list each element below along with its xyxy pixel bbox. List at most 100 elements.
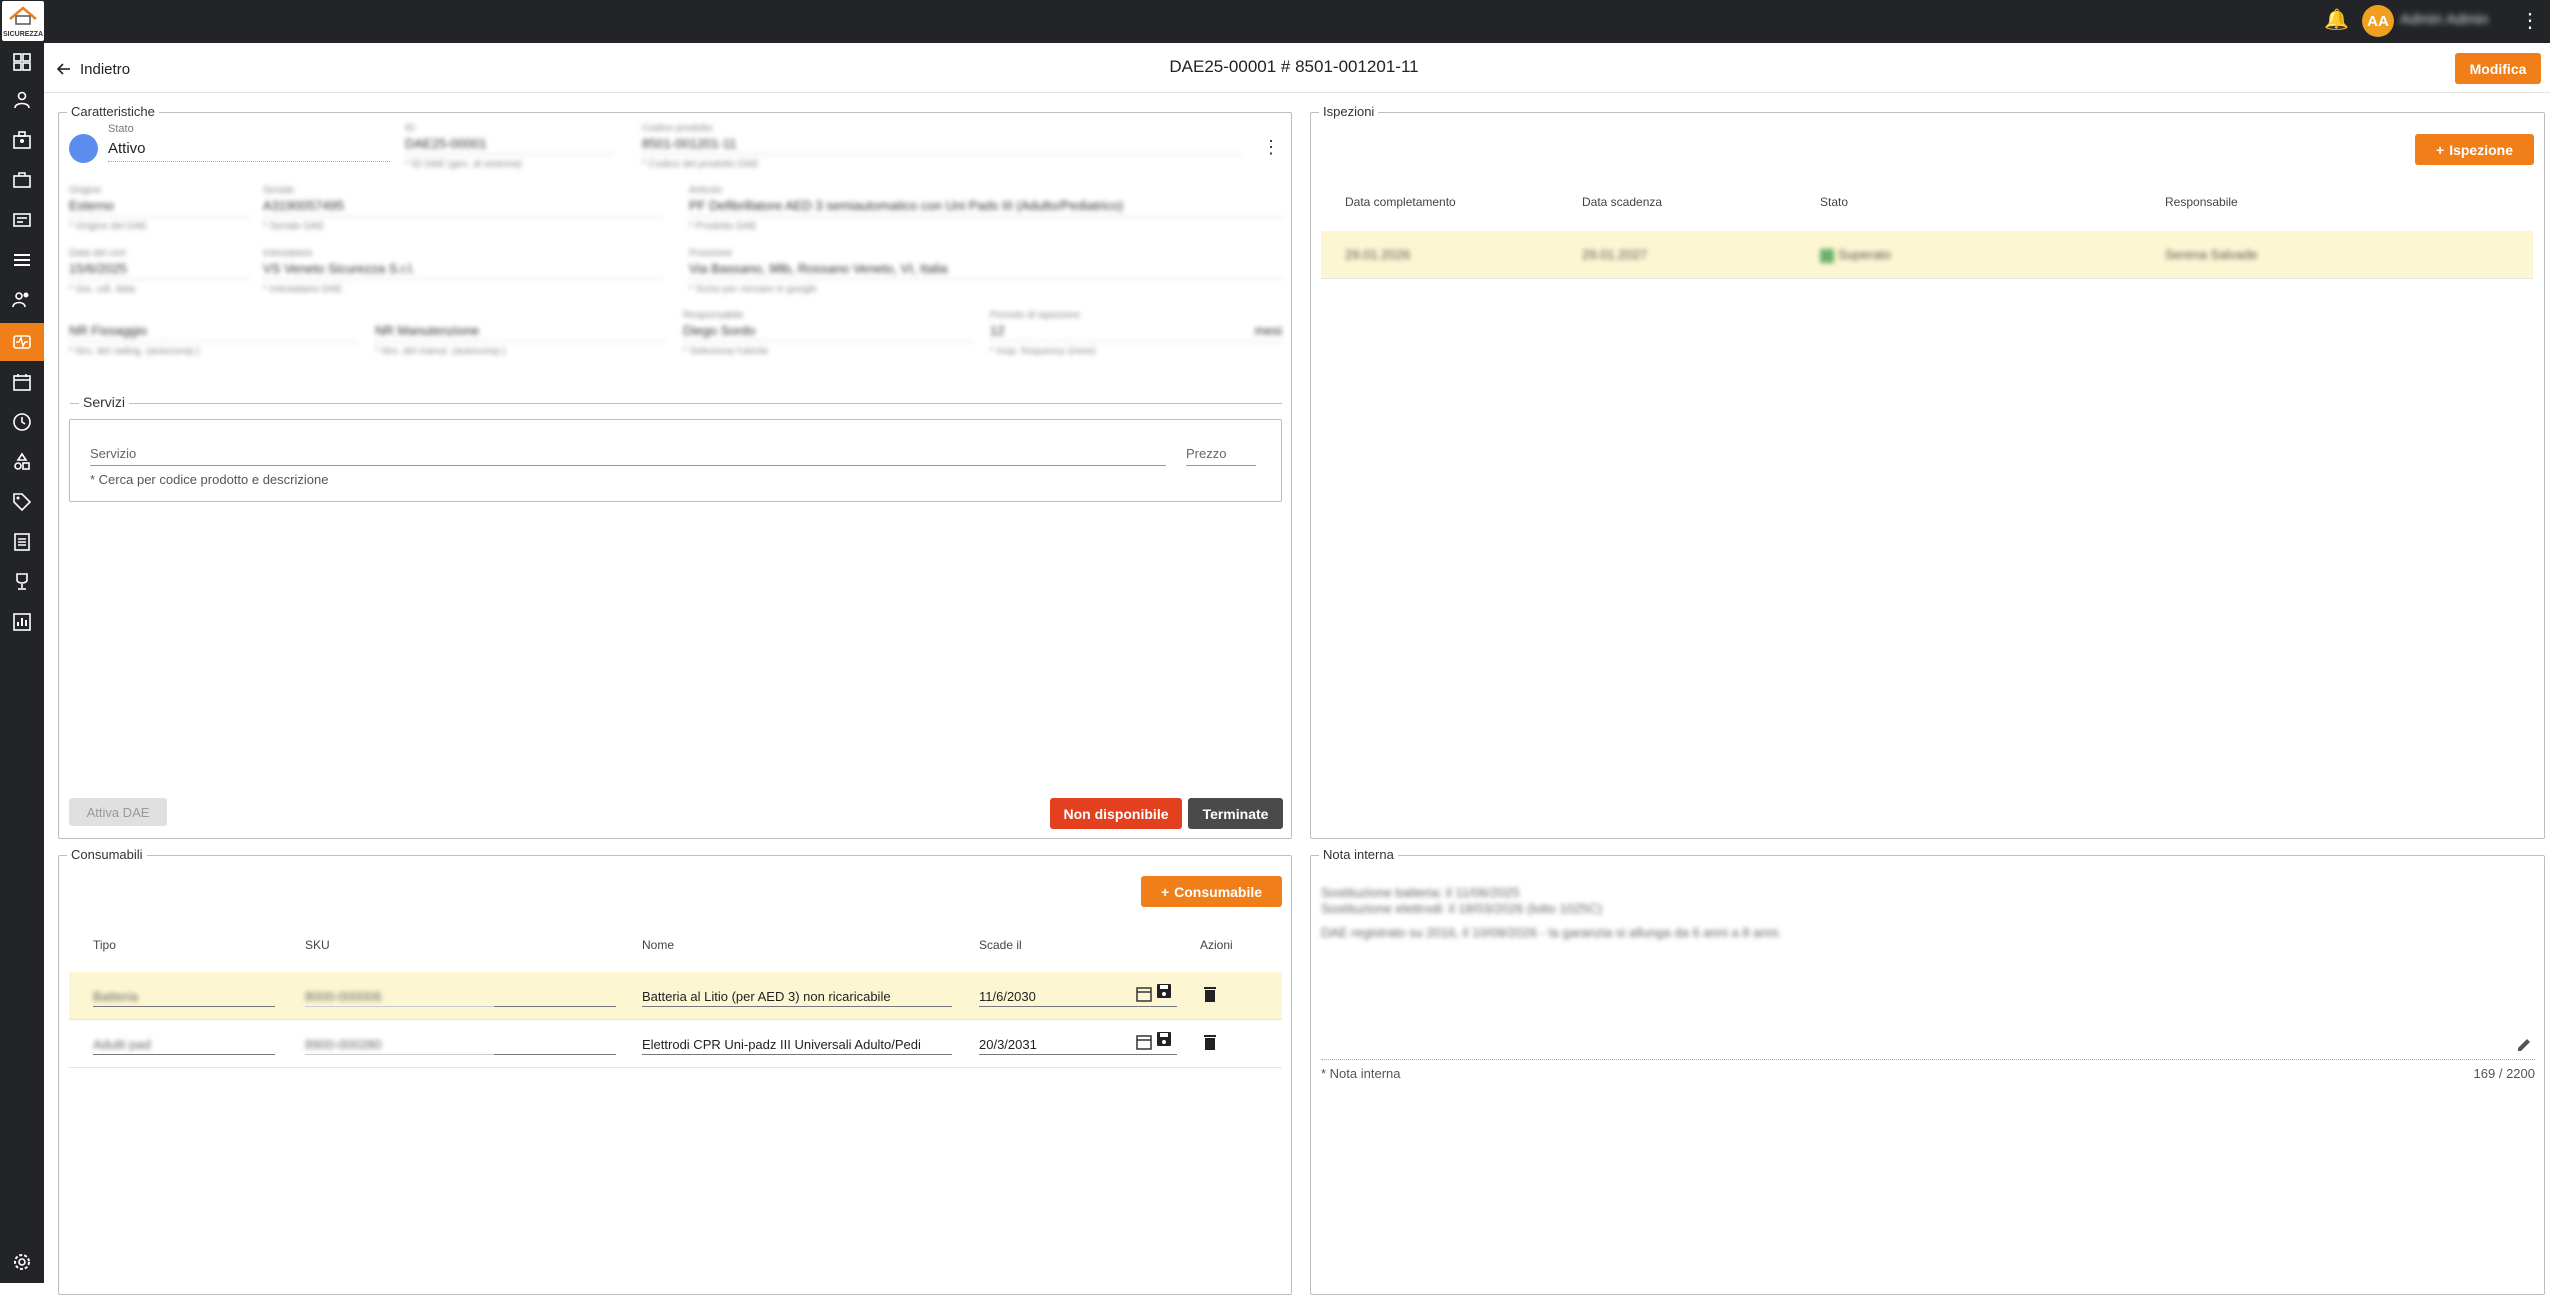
avatar[interactable]: AA	[2362, 5, 2394, 37]
table-row[interactable]: Adulti pad 8900-000280 Elettrodi CPR Uni…	[69, 1020, 1282, 1068]
table-row[interactable]: 29.01.2026 29.01.2027 Superato Serena Sa…	[1321, 231, 2533, 279]
posizione-value: Via Bassano, 98b, Rossano Veneto, VI, It…	[689, 259, 1282, 280]
edit-button[interactable]: Modifica	[2455, 53, 2541, 84]
codice-prodotto-field[interactable]: Codice prodotto 8501-001201-11 * Codice …	[642, 123, 1242, 170]
edit-pencil-icon[interactable]	[2515, 1036, 2533, 1054]
person-icon[interactable]	[0, 81, 44, 119]
save-icon[interactable]	[1155, 982, 1173, 1000]
tipo-cell[interactable]: Adulti pad	[93, 1037, 151, 1052]
servizi-box: Servizio Prezzo * Cerca per codice prodo…	[69, 419, 1282, 502]
nota-text[interactable]: Sostituzione batteria: il 11/06/2025 Sos…	[1321, 885, 2121, 941]
responsabile-cell: Serena Salvade	[2165, 247, 2258, 262]
calendar-icon[interactable]	[1135, 985, 1153, 1003]
nome-cell[interactable]: Batteria al Litio (per AED 3) non ricari…	[642, 989, 952, 1004]
table-row[interactable]: Batteria 8000-000006 Batteria al Litio (…	[69, 972, 1282, 1020]
company-logo[interactable]: SICUREZZA	[2, 1, 44, 41]
notification-bell-icon[interactable]: 🔔	[2324, 9, 2349, 31]
shapes-icon[interactable]	[0, 443, 44, 481]
status-badge	[1820, 248, 1834, 263]
briefcase-icon[interactable]	[0, 161, 44, 199]
nr-fissaggio-label: NR Fissaggio	[69, 321, 359, 342]
stato-label: Stato	[108, 123, 134, 135]
servizi-legend: Servizi	[79, 394, 130, 410]
sku-underline	[305, 1054, 495, 1055]
delete-icon[interactable]	[1201, 985, 1219, 1003]
attiva-dae-button[interactable]: Attiva DAE	[69, 798, 167, 826]
users-icon[interactable]	[0, 281, 44, 319]
add-ispezione-button[interactable]: + Ispezione	[2415, 134, 2534, 165]
sku-cell[interactable]: 8900-000280	[305, 1037, 382, 1052]
data-help: * Gio. cdt. data	[69, 284, 136, 295]
clock-icon[interactable]	[0, 403, 44, 441]
ispezioni-panel: Ispezioni	[1310, 104, 2545, 839]
delete-icon[interactable]	[1201, 1033, 1219, 1051]
calendar-icon[interactable]	[0, 363, 44, 401]
settings-icon[interactable]	[0, 1243, 44, 1281]
list-icon[interactable]	[0, 523, 44, 561]
codice-value: 8501-001201-11	[642, 134, 1242, 155]
calendar-icon[interactable]	[1135, 1033, 1153, 1051]
ispezioni-legend: Ispezioni	[1319, 104, 1379, 119]
column-header-stato: Stato	[1820, 195, 1849, 209]
column-header-responsabile: Responsabile	[2165, 195, 2238, 209]
nota-line-1: Sostituzione batteria: il 11/06/2025	[1321, 885, 1520, 900]
seriale-label: Seriale	[263, 185, 295, 196]
add-consumabile-button[interactable]: + Consumabile	[1141, 876, 1282, 907]
add-consumabile-label: Consumabile	[1174, 883, 1263, 900]
caratteristiche-legend: Caratteristiche	[67, 104, 159, 119]
non-disponibile-button[interactable]: Non disponibile	[1050, 798, 1182, 829]
periodo-value: 12	[990, 323, 1005, 338]
storage-icon[interactable]	[0, 241, 44, 279]
servizi-divider	[70, 403, 1282, 404]
servizio-input[interactable]: Servizio	[90, 446, 1166, 466]
nr-fissaggio-field[interactable]: NR Fissaggio * Nrs. del radiog. (autocom…	[69, 310, 359, 357]
posizione-label: Posizione	[689, 248, 733, 259]
header-divider	[44, 92, 2550, 93]
more-vert-icon[interactable]: ⋮	[1262, 137, 1280, 158]
codice-help: * Codice del prodotto DAE	[642, 159, 759, 170]
nota-line-2: Sostituzione elettrodi: il 18/03/2026 (l…	[1321, 901, 1603, 916]
origine-label: Origine	[69, 185, 102, 196]
more-vert-icon[interactable]: ⋮	[2520, 10, 2540, 32]
intestatario-field[interactable]: Intestatario VS Veneto Sicurezza S.r.l. …	[263, 248, 663, 295]
periodo-unit: mesi	[1254, 323, 1282, 338]
column-header-nome: Nome	[642, 938, 675, 952]
sku-extra-underline	[494, 1006, 616, 1007]
articolo-help: * Prodotto DAE	[689, 221, 757, 232]
trophy-icon[interactable]	[0, 563, 44, 601]
nr-manutenzione-field[interactable]: NR Manutenzione * Nrs. del manut. (autoc…	[375, 310, 665, 357]
origine-value: Esterno	[69, 196, 249, 217]
data-field[interactable]: Data del cert 15/6/2025 * Gio. cdt. data	[69, 248, 249, 295]
tipo-cell[interactable]: Batteria	[93, 989, 138, 1004]
seriale-field[interactable]: Seriale A3190057495 * Seriale DAE	[263, 185, 663, 232]
id-field[interactable]: ID DAE25-00001 * ID DAE (gen. di sistema…	[405, 123, 615, 170]
nr-manutenzione-label: NR Manutenzione	[375, 321, 665, 342]
column-header-azioni: Azioni	[1200, 938, 1233, 952]
scade-underline	[979, 1054, 1177, 1055]
id-label: ID	[405, 123, 415, 134]
stato-field[interactable]: Attivo	[108, 140, 390, 162]
nota-char-count: 169 / 2200	[2473, 1066, 2535, 1081]
posizione-field[interactable]: Posizione Via Bassano, 98b, Rossano Vene…	[689, 248, 1282, 295]
company-icon[interactable]	[0, 121, 44, 159]
periodo-label: Periodo di ispezione	[990, 310, 1081, 321]
report-icon[interactable]	[0, 603, 44, 641]
scade-cell[interactable]: 20/3/2031	[979, 1037, 1037, 1052]
tipo-underline	[93, 1006, 275, 1007]
save-icon[interactable]	[1155, 1030, 1173, 1048]
scade-cell[interactable]: 11/6/2030	[979, 989, 1036, 1004]
sku-cell[interactable]: 8000-000006	[305, 989, 382, 1004]
tag-icon[interactable]	[0, 483, 44, 521]
seriale-value: A3190057495	[263, 196, 663, 217]
periodo-field[interactable]: Periodo di ispezione 12 mesi * Insp. fre…	[990, 310, 1282, 357]
cards-icon[interactable]	[0, 201, 44, 239]
nome-cell[interactable]: Elettrodi CPR Uni-padz III Universali Ad…	[642, 1037, 952, 1052]
scadenza-cell: 29.01.2027	[1582, 247, 1648, 262]
articolo-field[interactable]: Articolo PF Defibrillatore AED 3 semiaut…	[689, 185, 1282, 232]
origine-field[interactable]: Origine Esterno * Origine del DAE	[69, 185, 249, 232]
defibrillator-icon[interactable]	[0, 323, 44, 361]
prezzo-input[interactable]: Prezzo	[1186, 446, 1256, 466]
terminate-button[interactable]: Terminate	[1188, 798, 1283, 829]
username[interactable]: Admin Admin	[2400, 11, 2512, 31]
responsabile-field[interactable]: Responsabile Diego Sordo * Seleziona l'u…	[683, 310, 973, 357]
